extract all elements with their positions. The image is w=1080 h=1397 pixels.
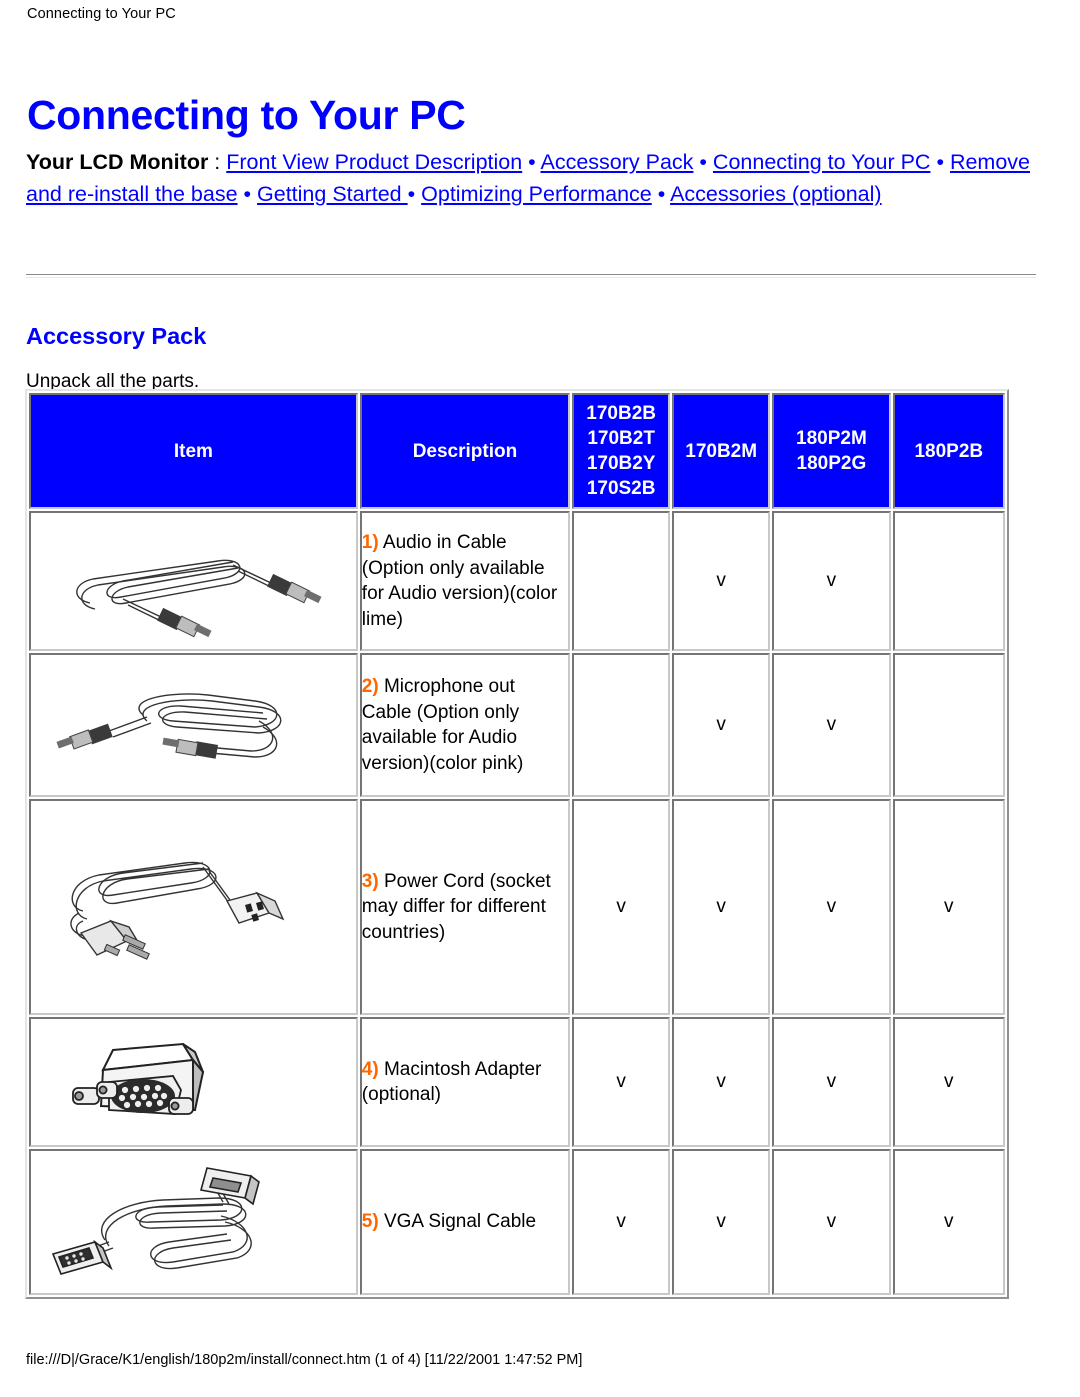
vga-signal-cable-image — [29, 1149, 358, 1295]
table-row: 4) Macintosh Adapter (optional) v v v v — [29, 1017, 1005, 1147]
column-header-model-group-4: 180P2B — [892, 393, 1005, 509]
item-description: 1) Audio in Cable (Option only available… — [359, 511, 571, 651]
page-title: Connecting to Your PC — [27, 92, 466, 139]
availability-mark: v — [772, 799, 891, 1015]
item-number: 2) — [361, 676, 379, 697]
item-description-text: Power Cord (socket may differ for differ… — [361, 870, 551, 943]
nav-separator: • — [407, 182, 422, 206]
macintosh-adapter-image — [29, 1017, 358, 1147]
column-header-model-group-1: 170B2B 170B2T 170B2Y 170S2B — [572, 393, 671, 509]
item-description: 4) Macintosh Adapter (optional) — [359, 1017, 571, 1147]
availability-mark: v — [672, 1149, 771, 1295]
table-row: 3) Power Cord (socket may differ for dif… — [29, 799, 1005, 1015]
availability-mark — [572, 653, 671, 797]
column-header-item: Item — [29, 393, 358, 509]
breadcrumb-navigation: Your LCD Monitor : Front View Product De… — [26, 146, 1036, 210]
availability-mark: v — [672, 799, 771, 1015]
availability-mark: v — [892, 1017, 1005, 1147]
nav-link-getting-started[interactable]: Getting Started — [257, 182, 408, 206]
availability-mark: v — [572, 799, 671, 1015]
nav-link-connecting-to-your-pc[interactable]: Connecting to Your PC — [713, 150, 931, 174]
model-code: 170B2Y — [586, 453, 656, 474]
section-divider — [26, 274, 1036, 278]
availability-mark: v — [672, 653, 771, 797]
availability-mark — [892, 511, 1005, 651]
availability-mark — [892, 653, 1005, 797]
nav-separator: • — [651, 182, 671, 206]
item-description-text: Audio in Cable (Option only available fo… — [361, 532, 558, 630]
item-number: 4) — [361, 1058, 379, 1080]
availability-mark: v — [772, 1017, 891, 1147]
availability-mark — [572, 511, 671, 651]
section-heading-accessory-pack: Accessory Pack — [26, 322, 207, 349]
nav-colon: : — [208, 150, 227, 174]
item-description: 3) Power Cord (socket may differ for dif… — [359, 799, 571, 1015]
availability-mark: v — [772, 1149, 891, 1295]
item-description-text: Microphone out Cable (Option only availa… — [361, 676, 524, 774]
model-code: 170B2M — [685, 440, 758, 462]
table-header-row: Item Description 170B2B 170B2T 170B2Y 17… — [29, 393, 1005, 509]
table-row: 1) Audio in Cable (Option only available… — [29, 511, 1005, 651]
nav-link-front-view-product-description[interactable]: Front View Product Description — [226, 150, 522, 174]
nav-separator: • — [930, 150, 950, 174]
microphone-cable-image — [29, 653, 358, 797]
item-description: 5) VGA Signal Cable — [359, 1149, 571, 1295]
nav-link-optimizing-performance[interactable]: Optimizing Performance — [421, 182, 652, 206]
accessory-pack-table-container: Item Description 170B2B 170B2T 170B2Y 17… — [25, 389, 1009, 1299]
table-body: 1) Audio in Cable (Option only available… — [29, 511, 1005, 1295]
model-code: 170B2T — [587, 428, 655, 449]
item-number: 3) — [361, 870, 379, 892]
item-number: 1) — [361, 532, 379, 553]
nav-link-accessories-optional[interactable]: Accessories (optional) — [670, 182, 882, 206]
power-cord-image — [29, 799, 358, 1015]
table-header: Item Description 170B2B 170B2T 170B2Y 17… — [29, 393, 1005, 509]
nav-lead-label: Your LCD Monitor — [26, 150, 209, 174]
nav-separator: • — [693, 150, 713, 174]
nav-separator: • — [522, 150, 541, 174]
model-code: 170B2B — [586, 403, 656, 424]
table-row: 5) VGA Signal Cable v v v v — [29, 1149, 1005, 1295]
nav-separator: • — [237, 182, 258, 206]
item-number: 5) — [361, 1211, 379, 1233]
column-header-description: Description — [359, 393, 571, 509]
availability-mark: v — [772, 653, 891, 797]
model-code: 180P2B — [914, 440, 984, 462]
availability-mark: v — [572, 1149, 671, 1295]
nav-link-accessory-pack[interactable]: Accessory Pack — [541, 150, 694, 174]
availability-mark: v — [672, 511, 771, 651]
model-code: 180P2M — [796, 428, 867, 449]
column-header-model-group-3: 180P2M 180P2G — [772, 393, 891, 509]
availability-mark: v — [772, 511, 891, 651]
model-code: 170S2B — [586, 478, 656, 499]
availability-mark: v — [672, 1017, 771, 1147]
column-header-model-group-2: 170B2M — [672, 393, 771, 509]
document-page: Connecting to Your PC Connecting to Your… — [0, 0, 1080, 1397]
item-description-text: Macintosh Adapter (optional) — [361, 1058, 542, 1106]
availability-mark: v — [892, 799, 1005, 1015]
audio-cable-image — [29, 511, 358, 651]
print-header: Connecting to Your PC — [27, 6, 176, 22]
accessory-pack-table: Item Description 170B2B 170B2T 170B2Y 17… — [25, 389, 1009, 1299]
table-row: 2) Microphone out Cable (Option only ava… — [29, 653, 1005, 797]
file-path-footer: file:///D|/Grace/K1/english/180p2m/insta… — [26, 1352, 583, 1368]
model-code: 180P2G — [796, 453, 867, 474]
availability-mark: v — [572, 1017, 671, 1147]
availability-mark: v — [892, 1149, 1005, 1295]
item-description: 2) Microphone out Cable (Option only ava… — [359, 653, 571, 797]
item-description-text: VGA Signal Cable — [378, 1211, 537, 1233]
